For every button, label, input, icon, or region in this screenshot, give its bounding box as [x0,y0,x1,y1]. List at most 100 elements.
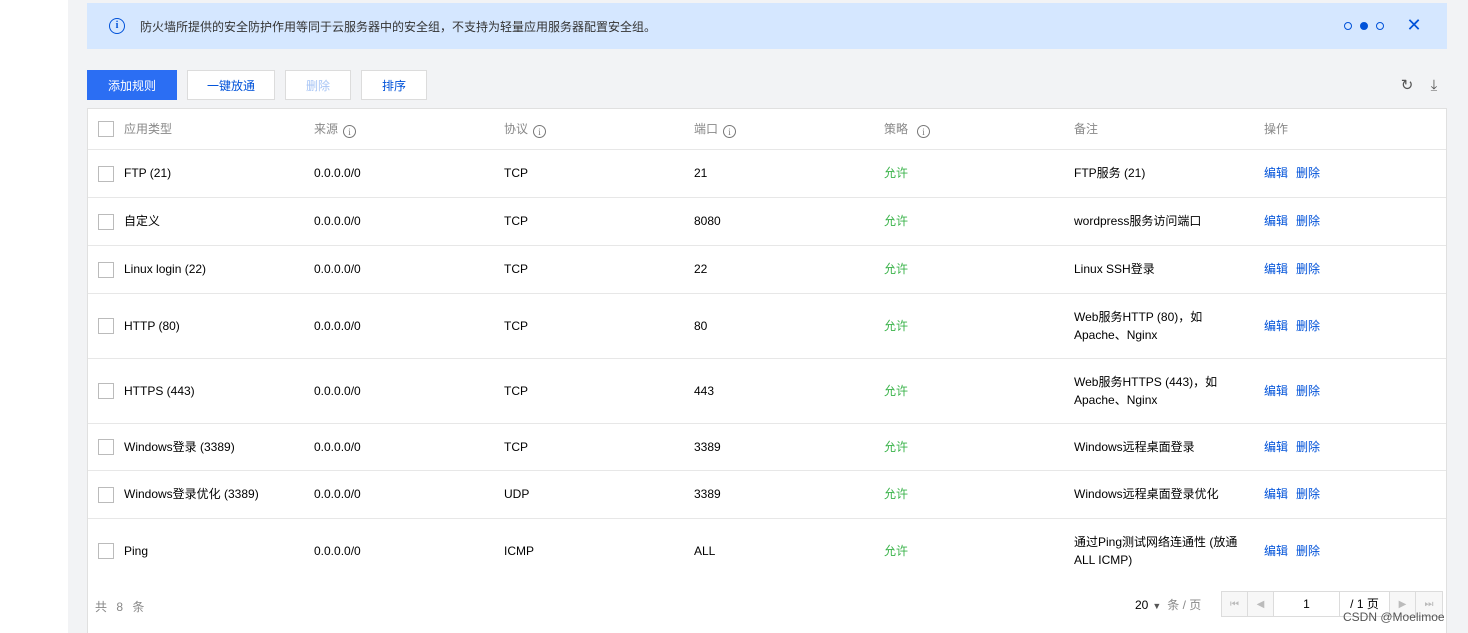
one-click-open-button[interactable]: 一键放通 [187,70,275,100]
cell-policy: 允许 [884,197,1074,246]
table-row: Windows登录 (3389) 0.0.0.0/0 TCP 3389 允许 Window… [88,423,1446,471]
rules-table: 应用类型 来源 i 协议 i 端口 i 策略 i 备注 操作 FTP (21) 0.0.0… [87,108,1447,585]
cell-actions: 编辑 删除 [1264,470,1446,519]
cell-port: 80 [694,293,884,359]
cell-protocol: ICMP [504,518,694,584]
cell-policy: 允许 [884,518,1074,584]
column-header: 应用类型 [124,109,314,150]
row-checkbox[interactable] [98,213,114,230]
cell-source: 0.0.0.0/0 [314,470,504,519]
delete-link[interactable]: 删除 [1296,319,1320,333]
add-rule-button[interactable]: 添加规则 [87,70,177,100]
cell-app-type: 自定义 [124,197,314,246]
cell-policy: 允许 [884,423,1074,471]
download-icon[interactable]: ⤓ [1425,76,1443,94]
carousel-dot[interactable] [1376,22,1384,30]
cell-actions: 编辑 删除 [1264,245,1446,294]
edit-link[interactable]: 编辑 [1264,440,1288,454]
cell-policy: 允许 [884,245,1074,294]
close-icon[interactable]: ✕ [1405,15,1423,35]
edit-link[interactable]: 编辑 [1264,487,1288,501]
table-row: HTTP (80) 0.0.0.0/0 TCP 80 允许 Web服务HTTP (80)，… [88,293,1446,359]
cell-app-type: Windows登录优化 (3389) [124,470,314,519]
row-checkbox[interactable] [98,543,114,560]
cell-source: 0.0.0.0/0 [314,518,504,584]
carousel-dots [1344,22,1384,30]
edit-link[interactable]: 编辑 [1264,384,1288,398]
cell-policy: 允许 [884,149,1074,198]
cell-port: 3389 [694,470,884,519]
sort-button[interactable]: 排序 [361,70,427,100]
cell-remark: Linux SSH登录 [1074,245,1264,294]
delete-link[interactable]: 删除 [1296,544,1320,558]
cell-app-type: Ping [124,518,314,584]
row-checkbox[interactable] [98,165,114,182]
refresh-icon[interactable]: ↻ [1398,76,1416,94]
cell-remark: 通过Ping测试网络连通性 (放通 ALL ICMP) [1074,518,1264,584]
delete-link[interactable]: 删除 [1296,487,1320,501]
row-checkbox[interactable] [98,318,114,335]
left-gutter [0,0,68,633]
delete-link[interactable]: 删除 [1296,214,1320,228]
table-row: Windows登录优化 (3389) 0.0.0.0/0 UDP 3389 允许 Wind… [88,470,1446,519]
cell-source: 0.0.0.0/0 [314,149,504,198]
cell-remark: Windows远程桌面登录 [1074,423,1264,471]
cell-protocol: TCP [504,423,694,471]
cell-policy: 允许 [884,293,1074,359]
watermark: CSDN @Moelimoe [1343,610,1445,624]
delete-button[interactable]: 删除 [285,70,351,100]
column-header: 策略 i [884,109,1074,150]
column-header: 来源 i [314,109,504,150]
chevron-down-icon: ▼ [1152,601,1162,611]
help-icon[interactable]: i [723,125,737,138]
edit-link[interactable]: 编辑 [1264,166,1288,180]
column-header: 备注 [1074,109,1264,150]
row-checkbox[interactable] [98,486,114,503]
row-checkbox[interactable] [98,383,114,400]
cell-app-type: FTP (21) [124,149,314,198]
delete-link[interactable]: 删除 [1296,262,1320,276]
cell-protocol: TCP [504,245,694,294]
notice-banner: i 防火墙所提供的安全防护作用等同于云服务器中的安全组，不支持为轻量应用服务器配… [87,3,1447,49]
table-row: Linux login (22) 0.0.0.0/0 TCP 22 允许 Linux SS… [88,245,1446,294]
cell-protocol: TCP [504,358,694,424]
page-size-select[interactable]: 20 ▼ 条 / 页 [1135,596,1201,613]
edit-link[interactable]: 编辑 [1264,544,1288,558]
cell-app-type: HTTPS (443) [124,358,314,424]
notice-message: 防火墙所提供的安全防护作用等同于云服务器中的安全组，不支持为轻量应用服务器配置安… [140,19,657,34]
cell-remark: FTP服务 (21) [1074,149,1264,198]
cell-actions: 编辑 删除 [1264,423,1446,471]
first-page-icon[interactable]: ⏮ [1222,592,1248,616]
edit-link[interactable]: 编辑 [1264,319,1288,333]
select-all-checkbox[interactable] [98,120,114,137]
cell-source: 0.0.0.0/0 [314,423,504,471]
table-tools: ↻ ⤓ [1398,76,1443,95]
cell-app-type: HTTP (80) [124,293,314,359]
cell-port: 22 [694,245,884,294]
help-icon[interactable]: i [533,125,547,138]
prev-page-icon[interactable]: ◀ [1248,592,1274,616]
help-icon[interactable]: i [917,125,931,138]
cell-remark: Web服务HTTP (80)，如 Apache、Nginx [1074,293,1264,359]
page-input[interactable] [1274,592,1340,616]
edit-link[interactable]: 编辑 [1264,214,1288,228]
cell-port: 8080 [694,197,884,246]
table-row: Ping 0.0.0.0/0 ICMP ALL 允许 通过Ping测试网络连通性 (放通 A… [88,518,1446,584]
row-checkbox[interactable] [98,439,114,456]
cell-app-type: Windows登录 (3389) [124,423,314,471]
cell-actions: 编辑 删除 [1264,149,1446,198]
delete-link[interactable]: 删除 [1296,166,1320,180]
cell-protocol: TCP [504,293,694,359]
delete-link[interactable]: 删除 [1296,440,1320,454]
cell-protocol: UDP [504,470,694,519]
carousel-dot-active[interactable] [1360,22,1368,30]
cell-port: 443 [694,358,884,424]
cell-actions: 编辑 删除 [1264,197,1446,246]
carousel-dot[interactable] [1344,22,1352,30]
total-count: 共 8 条 [95,600,148,614]
delete-link[interactable]: 删除 [1296,384,1320,398]
table-row: 自定义 0.0.0.0/0 TCP 8080 允许 wordpress服务访问端口 编辑 删除 [88,197,1446,246]
help-icon[interactable]: i [343,125,357,138]
edit-link[interactable]: 编辑 [1264,262,1288,276]
row-checkbox[interactable] [98,261,114,278]
